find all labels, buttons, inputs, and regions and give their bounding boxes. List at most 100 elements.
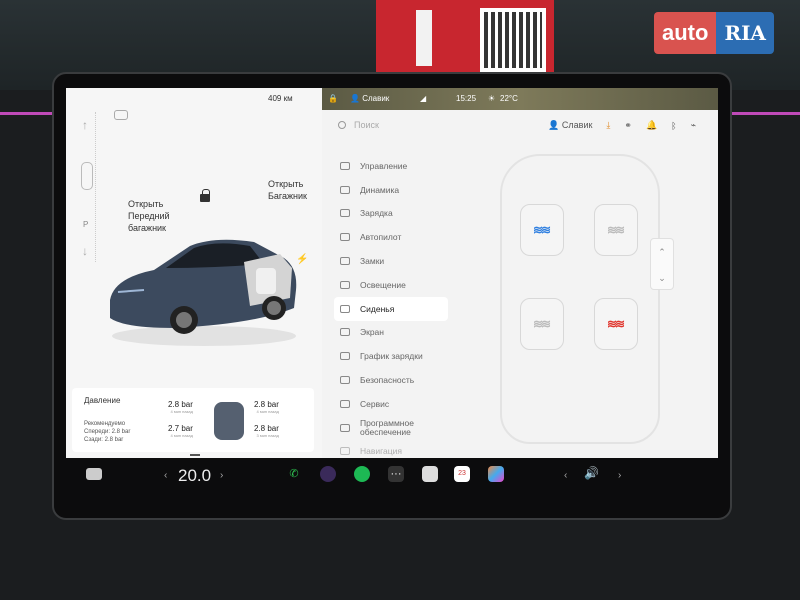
- settings-menu: Управление Динамика Зарядка Автопилот За…: [334, 154, 448, 458]
- shield-icon: [340, 376, 350, 385]
- front-trunk-line: Открыть: [128, 199, 164, 209]
- camera-icon[interactable]: [320, 466, 336, 482]
- arrow-down-icon: ↓: [82, 244, 88, 258]
- menu-item-display[interactable]: Экран: [334, 321, 448, 345]
- tire-note: 3 мин назад: [256, 433, 279, 438]
- menu-item-autopilot[interactable]: Автопилот: [334, 225, 448, 249]
- chevron-down-icon[interactable]: ⌄: [651, 265, 673, 291]
- chevron-up-icon[interactable]: ⌃: [651, 239, 673, 265]
- seat-heat-icon: ≋≋: [607, 223, 625, 237]
- menu-label: Программное обеспечение: [360, 417, 414, 437]
- menu-item-locks[interactable]: Замки: [334, 249, 448, 273]
- seat-driver[interactable]: ≋≋: [520, 204, 564, 256]
- lock-icon[interactable]: ⚭: [624, 120, 632, 131]
- search-placeholder: Поиск: [354, 120, 379, 130]
- watermark-ria: RIA: [716, 12, 774, 54]
- tire-pressure-card[interactable]: Давление Рекомендуемо Спереди: 2.8 bar С…: [72, 388, 314, 452]
- menu-item-charge-schedule[interactable]: График зарядки: [334, 344, 448, 368]
- settings-panel: 🔒 👤 Славик ◢ 15:25 ☀ 22°C Поиск 👤 Славик…: [322, 88, 718, 458]
- menu-item-software[interactable]: Программное обеспечение: [334, 416, 448, 440]
- volume-up-icon[interactable]: ›: [618, 470, 621, 481]
- download-icon[interactable]: ⤓: [606, 120, 610, 131]
- download-icon: [340, 423, 350, 432]
- menu-label: Сервис: [360, 398, 390, 409]
- seat-scroll-control[interactable]: ⌃ ⌄: [650, 238, 674, 290]
- search-input[interactable]: Поиск: [338, 120, 379, 130]
- page-indicator: [190, 454, 200, 456]
- steering-icon: [340, 233, 350, 242]
- car-status-panel: 409 км ↑ P ↓ Открыть Передний багажник О…: [66, 88, 322, 458]
- menu-item-service[interactable]: Сервис: [334, 392, 448, 416]
- lock-status-icon[interactable]: 🔒: [328, 94, 338, 103]
- tire-note: 4 мин назад: [170, 433, 193, 438]
- seat-rear-left[interactable]: ≋≋: [520, 298, 564, 350]
- nav-icon: [340, 447, 350, 456]
- menu-label: Безопасность: [360, 375, 415, 386]
- tire-note: 4 мин назад: [256, 409, 279, 414]
- spotify-icon[interactable]: [354, 466, 370, 482]
- pressure-title: Давление: [84, 396, 121, 405]
- sun-icon: ☀: [488, 94, 496, 103]
- bell-icon[interactable]: 🔔: [646, 120, 657, 131]
- volume-down-icon[interactable]: ‹: [564, 470, 567, 481]
- menu-label: График зарядки: [360, 351, 423, 362]
- tire-value: 2.8 bar: [168, 400, 193, 409]
- arcade-icon[interactable]: [488, 466, 504, 482]
- seat-heat-icon: ≋≋: [533, 317, 551, 331]
- touchscreen: 409 км ↑ P ↓ Открыть Передний багажник О…: [66, 88, 718, 458]
- car-render: [110, 239, 297, 346]
- menu-item-navigation[interactable]: Навигация: [334, 440, 448, 458]
- seat-icon: [340, 304, 350, 313]
- wrench-icon: [340, 399, 350, 408]
- menu-item-safety[interactable]: Безопасность: [334, 368, 448, 392]
- menu-item-seats[interactable]: Сиденья: [334, 296, 448, 321]
- temp-down-icon[interactable]: ‹: [164, 470, 167, 481]
- tire-rear-left: 2.7 bar 4 мин назад: [168, 424, 193, 438]
- tire-note: 4 мин назад: [170, 409, 193, 414]
- calendar-day: 23: [458, 470, 466, 477]
- tire-value: 2.8 bar: [254, 424, 279, 433]
- more-apps-icon[interactable]: ···: [388, 466, 404, 482]
- menu-label: Автопилот: [360, 232, 402, 243]
- search-icon: [338, 121, 346, 129]
- unlock-icon[interactable]: [200, 189, 210, 202]
- seat-passenger[interactable]: ≋≋: [594, 204, 638, 256]
- recommended-line: Рекомендуемо: [84, 421, 126, 427]
- menu-item-lighting[interactable]: Освещение: [334, 273, 448, 297]
- seat-rear-right[interactable]: ≋≋: [594, 298, 638, 350]
- front-trunk-line: Передний: [128, 211, 170, 221]
- toggle-icon: [340, 161, 350, 170]
- signal-icon: ◢: [420, 94, 427, 103]
- volume-icon[interactable]: 🔊: [584, 466, 599, 480]
- open-rear-trunk-button[interactable]: Открыть Багажник: [268, 178, 307, 202]
- seat-heater-diagram: ≋≋ ≋≋ ≋≋ ≋≋: [482, 144, 678, 444]
- tire-front-right: 2.8 bar 4 мин назад: [254, 400, 279, 414]
- toybox-icon[interactable]: [422, 466, 438, 482]
- car-top-view: [214, 402, 244, 440]
- rear-trunk-line: Багажник: [268, 191, 307, 201]
- wifi-off-icon[interactable]: ⌁: [691, 120, 696, 131]
- ambient-light-right: [732, 112, 800, 115]
- menu-item-charging[interactable]: Зарядка: [334, 202, 448, 226]
- profile-name: Славик: [561, 120, 593, 130]
- temp-up-icon[interactable]: ›: [220, 470, 223, 481]
- profile-button[interactable]: 👤 Славик: [548, 120, 592, 131]
- headlights-icon[interactable]: [114, 110, 128, 120]
- autoria-watermark: auto RIA: [654, 12, 790, 54]
- bluetooth-icon[interactable]: ᛒ: [671, 121, 676, 131]
- menu-item-dynamics[interactable]: Динамика: [334, 178, 448, 202]
- light-icon: [340, 280, 350, 289]
- car-icon[interactable]: [86, 468, 102, 480]
- profile-status[interactable]: 👤 Славик: [350, 94, 389, 103]
- bolt-icon: [340, 209, 350, 218]
- phone-icon[interactable]: ✆: [286, 466, 302, 482]
- menu-label: Сиденья: [360, 303, 395, 314]
- arrow-up-icon: ↑: [82, 118, 88, 132]
- calendar-icon[interactable]: 23: [454, 466, 470, 482]
- clock: 15:25: [456, 94, 477, 103]
- recommended-pressure: Рекомендуемо Спереди: 2.8 bar Сзади: 2.8…: [84, 420, 130, 444]
- gear-selector[interactable]: ↑ P ↓: [78, 112, 96, 262]
- range-readout: 409 км: [268, 94, 293, 103]
- menu-item-controls[interactable]: Управление: [334, 154, 448, 178]
- status-user: Славик: [362, 94, 390, 103]
